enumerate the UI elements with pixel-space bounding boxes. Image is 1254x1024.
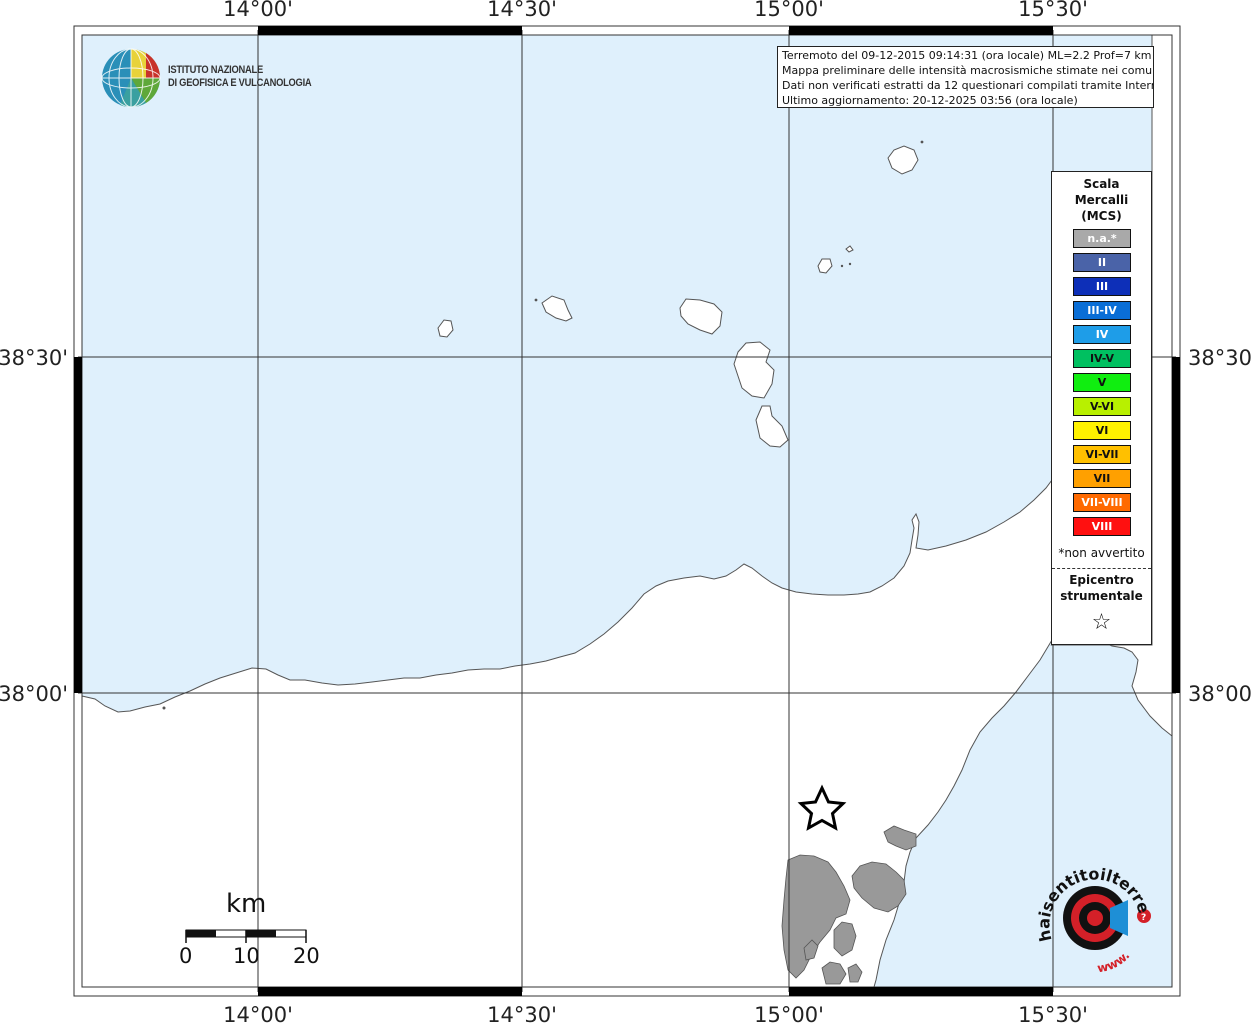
lon-tick-top: 14°30' <box>487 0 557 21</box>
globe-icon <box>101 48 161 108</box>
lat-tick-right: 38°00' <box>1188 682 1254 706</box>
intensity-legend: Scala Mercalli (MCS) n.a.* II III III-IV IV I… <box>1051 171 1152 645</box>
legend-na-note: *non avvertito <box>1058 546 1145 560</box>
legend-swatch: IV-V <box>1073 349 1131 368</box>
legend-swatch: VII-VIII <box>1073 493 1131 512</box>
legend-title-line: Scala <box>1083 177 1120 191</box>
lat-tick-left: 38°30' <box>0 346 68 370</box>
scale-label-0: 0 <box>179 944 193 968</box>
islet <box>534 298 538 302</box>
legend-epicenter-line: strumentale <box>1060 589 1143 603</box>
lat-tick-left: 38°00' <box>0 682 68 706</box>
lon-tick-top: 15°00' <box>754 0 824 21</box>
legend-divider <box>1052 568 1151 569</box>
institute-name-line2: DI GEOFISICA E VULCANOLOGIA <box>168 77 312 89</box>
legend-title-line: Mercalli <box>1074 193 1129 207</box>
legend-swatch: V <box>1073 373 1131 392</box>
legend-swatch: II <box>1073 253 1131 272</box>
earthquake-info-box: Terremoto del 09-12-2015 09:14:31 (ora l… <box>777 46 1154 108</box>
legend-epicenter-line: Epicentro <box>1069 573 1134 587</box>
islet <box>162 706 166 710</box>
lon-tick-bottom: 14°30' <box>487 1003 557 1024</box>
legend-star-icon: ☆ <box>1091 610 1112 635</box>
scale-label-10: 10 <box>233 944 260 968</box>
islet <box>848 262 852 266</box>
legend-title: Scala Mercalli (MCS) <box>1052 176 1151 224</box>
legend-swatch: III-IV <box>1073 301 1131 320</box>
svg-text:?: ? <box>1141 913 1146 923</box>
institute-name-line1: ISTITUTO NAZIONALE <box>168 64 263 76</box>
info-line-event: Terremoto del 09-12-2015 09:14:31 (ora l… <box>782 49 1152 62</box>
legend-swatch: III <box>1073 277 1131 296</box>
legend-title-line: (MCS) <box>1081 209 1122 223</box>
info-line-data: Dati non verificati estratti da 12 quest… <box>782 79 1154 92</box>
scale-unit: km <box>226 889 267 919</box>
lon-tick-bottom: 15°00' <box>754 1003 824 1024</box>
legend-swatch: IV <box>1073 325 1131 344</box>
legend-swatch: VI <box>1073 421 1131 440</box>
legend-swatch: VII <box>1073 469 1131 488</box>
lon-tick-bottom: 15°30' <box>1018 1003 1088 1024</box>
info-line-update: Ultimo aggiornamento: 20-12-2025 03:56 (… <box>782 94 1078 107</box>
lon-tick-top: 15°30' <box>1018 0 1088 21</box>
legend-swatch: V-VI <box>1073 397 1131 416</box>
lon-tick-top: 14°00' <box>223 0 293 21</box>
legend-swatch: n.a.* <box>1073 229 1131 248</box>
lon-tick-bottom: 14°00' <box>223 1003 293 1024</box>
legend-swatch: VI-VII <box>1073 445 1131 464</box>
islet <box>840 264 844 268</box>
scale-label-20: 20 <box>293 944 320 968</box>
institute-logo-text: ISTITUTO NAZIONALE DI GEOFISICA E VULCAN… <box>168 64 312 90</box>
legend-swatch: VIII <box>1073 517 1131 536</box>
lat-tick-right: 38°30' <box>1188 346 1254 370</box>
legend-epicenter-title: Epicentro strumentale <box>1052 572 1151 604</box>
info-line-map: Mappa preliminare delle intensità macros… <box>782 64 1154 77</box>
islet <box>920 140 924 144</box>
